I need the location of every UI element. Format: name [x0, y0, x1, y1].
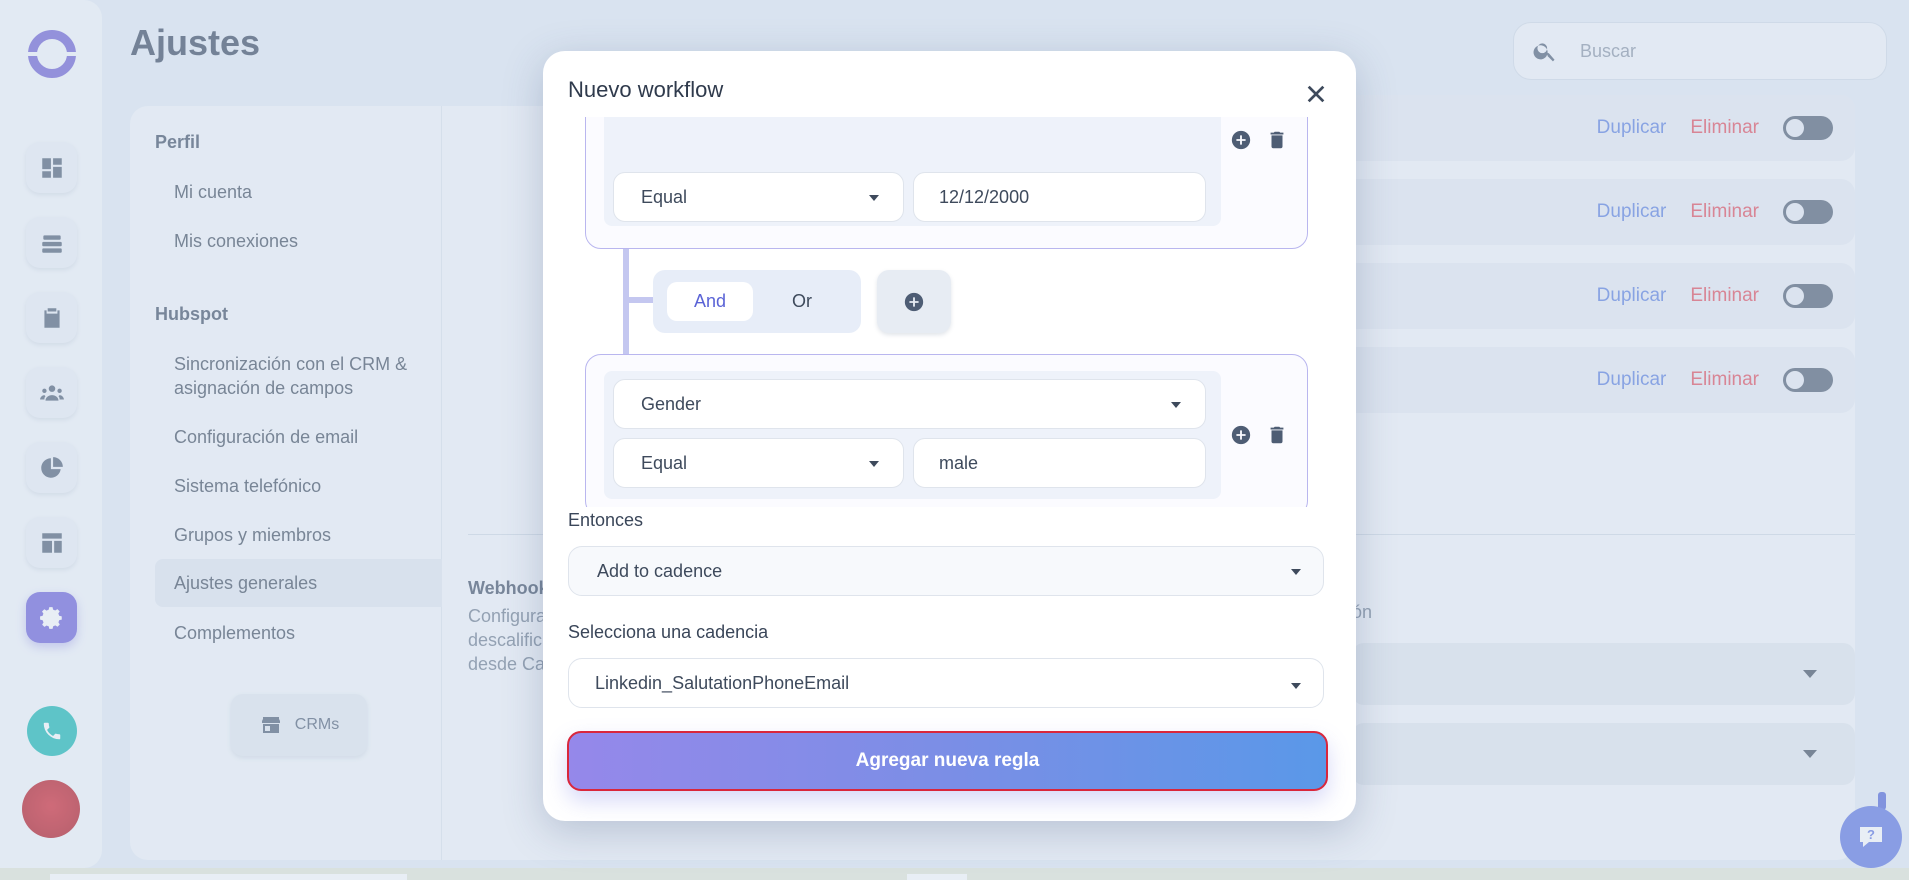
cadence-select[interactable]: Linkedin_SalutationPhoneEmail: [568, 658, 1324, 708]
chevron-down-icon: [1171, 402, 1181, 408]
value-input[interactable]: male: [913, 438, 1206, 488]
then-action-select[interactable]: Add to cadence: [568, 546, 1324, 596]
conditions-scroll-area[interactable]: Equal 12/12/2000 And Or Gender Equal mal…: [543, 117, 1356, 507]
operator-select[interactable]: Equal: [613, 438, 904, 488]
chevron-down-icon: [1291, 683, 1301, 689]
add-circle-icon: [904, 292, 924, 311]
value-text: male: [939, 452, 979, 473]
add-group-button[interactable]: [877, 270, 951, 333]
add-condition-icon[interactable]: [1229, 423, 1253, 447]
then-label: Entonces: [568, 510, 644, 530]
trash-icon[interactable]: [1265, 128, 1289, 152]
logic-toggle: And Or: [653, 270, 861, 333]
field-value: Gender: [641, 393, 702, 414]
chevron-down-icon: [869, 461, 879, 467]
field-select[interactable]: Gender: [613, 379, 1206, 429]
condition-fields: Equal 12/12/2000: [604, 117, 1221, 226]
cadence-label: Selecciona una cadencia: [568, 622, 769, 642]
chevron-down-icon: [1291, 569, 1301, 575]
condition-fields: Gender Equal male: [604, 371, 1221, 499]
logic-connector: [623, 297, 653, 303]
logic-and-option[interactable]: And: [667, 282, 753, 321]
then-action-value: Add to cadence: [597, 560, 723, 581]
operator-select[interactable]: Equal: [613, 172, 904, 222]
modal-title: Nuevo workflow: [568, 77, 724, 102]
logic-or-option[interactable]: Or: [759, 282, 845, 321]
condition-group: Equal 12/12/2000: [585, 117, 1308, 249]
new-workflow-modal: Nuevo workflow Equal 12/12/2000 And Or G…: [543, 51, 1356, 821]
close-icon[interactable]: [1301, 79, 1331, 109]
value-input[interactable]: 12/12/2000: [913, 172, 1206, 222]
operator-value: Equal: [641, 452, 688, 473]
operator-value: Equal: [641, 186, 688, 207]
trash-icon[interactable]: [1265, 423, 1289, 447]
condition-group: Gender Equal male: [585, 354, 1308, 507]
cadence-value: Linkedin_SalutationPhoneEmail: [595, 672, 850, 693]
add-new-rule-button[interactable]: Agregar nueva regla: [567, 731, 1328, 791]
chevron-down-icon: [869, 195, 879, 201]
value-text: 12/12/2000: [939, 186, 1030, 207]
add-condition-icon[interactable]: [1229, 128, 1253, 152]
